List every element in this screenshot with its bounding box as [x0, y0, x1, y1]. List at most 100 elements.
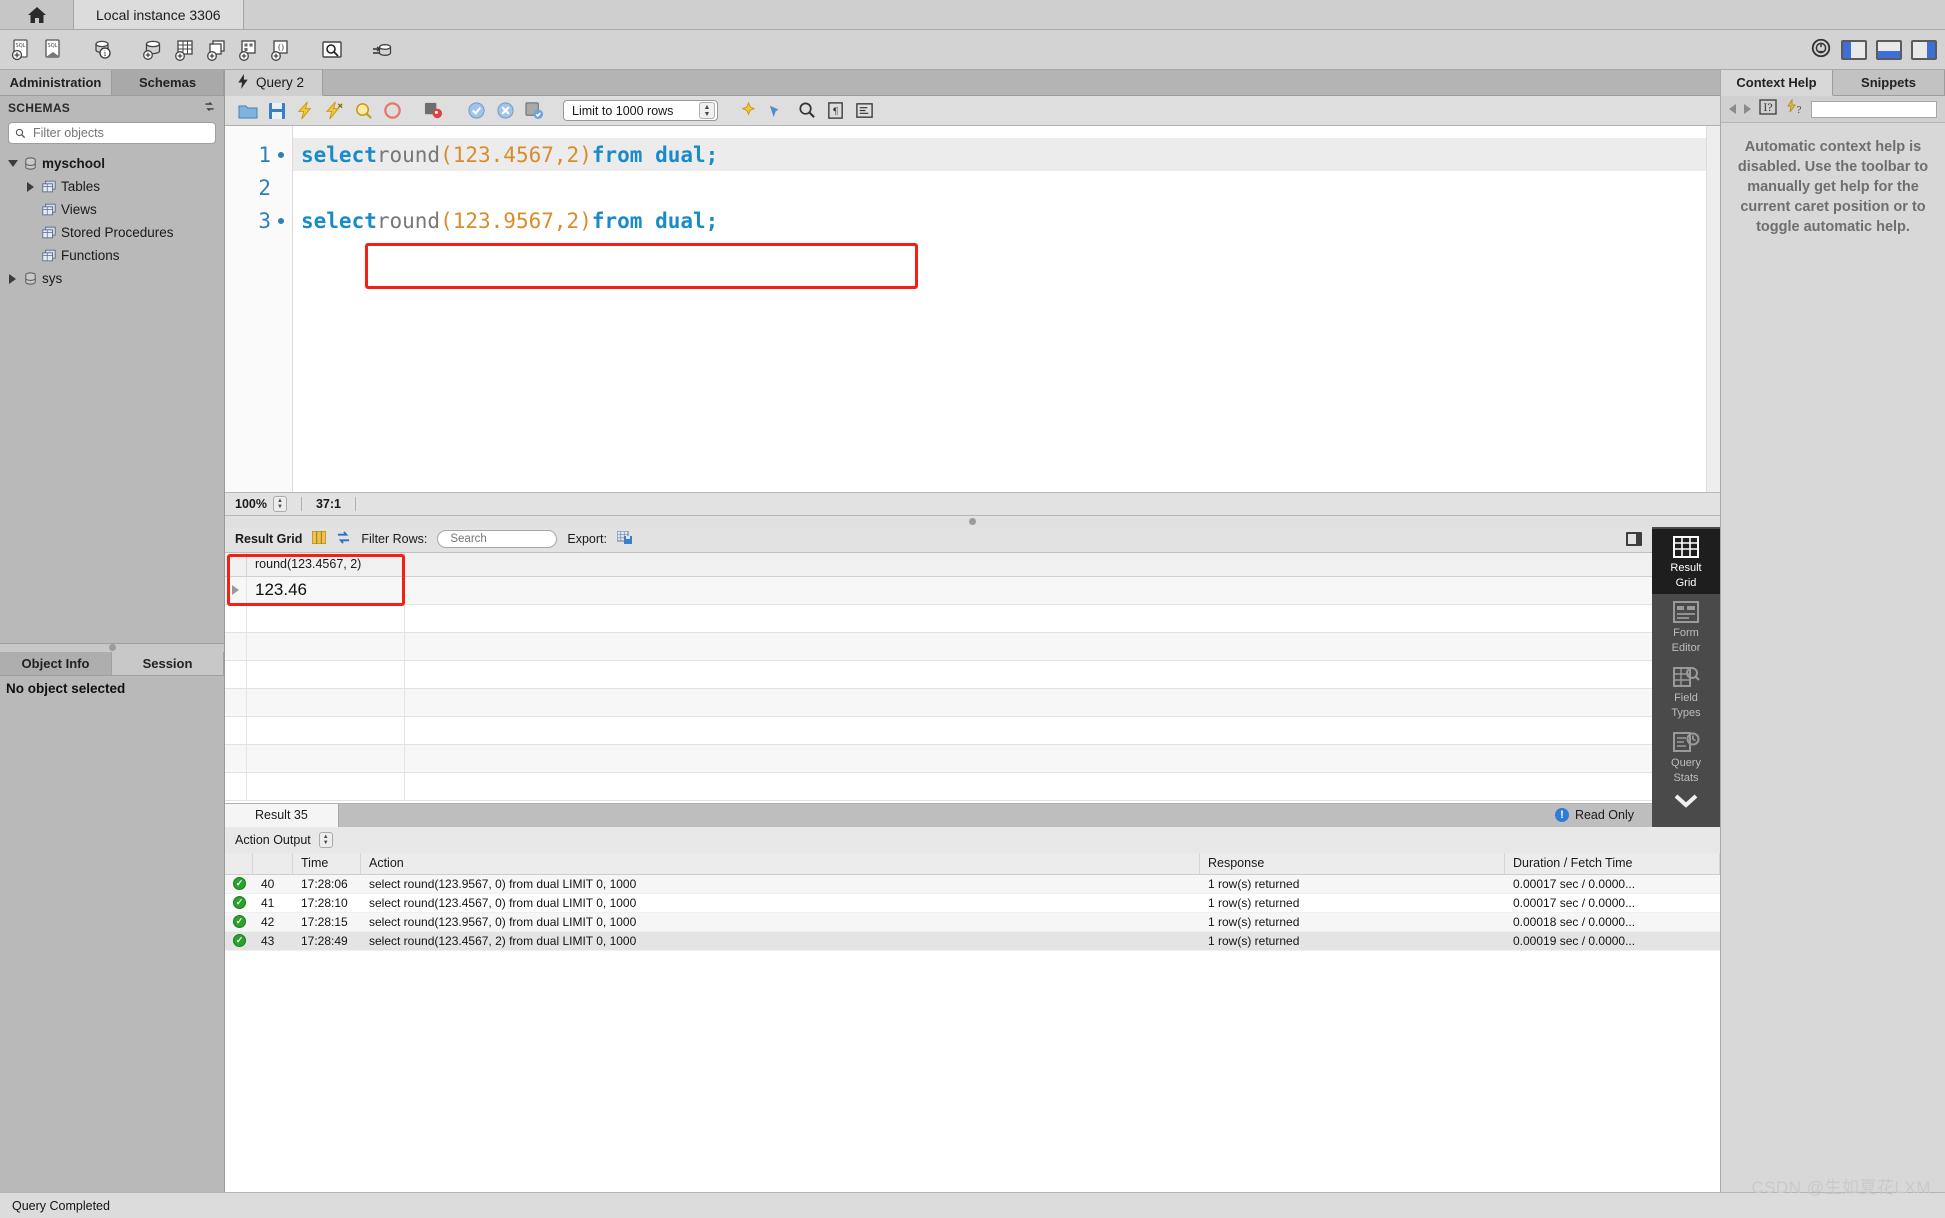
grid-cell[interactable] — [247, 660, 405, 688]
toggle-field-panel-icon[interactable] — [1626, 532, 1642, 546]
help-index-icon[interactable]: I? — [1759, 98, 1777, 120]
tree-item-functions[interactable]: Functions — [0, 244, 224, 267]
toggle-invisible-chars-icon[interactable] — [794, 99, 819, 123]
open-sql-script-icon[interactable]: SQL — [40, 35, 68, 65]
table-row[interactable]: ✓ 42 17:28:15 select round(123.9567, 0) … — [225, 912, 1720, 932]
toggle-secondary-sidebar-icon[interactable] — [1911, 40, 1937, 60]
chevron-down-icon[interactable] — [1673, 793, 1699, 814]
find-icon[interactable] — [765, 99, 790, 123]
editor-code[interactable]: select round(123.4567, 2) from dual; sel… — [293, 126, 1706, 773]
code-line-2[interactable] — [293, 171, 1706, 204]
grid-cell[interactable] — [247, 632, 405, 660]
strip-item-form-editor[interactable]: Form Editor — [1652, 594, 1720, 659]
back-arrow-icon[interactable] — [1729, 104, 1736, 114]
strip-item-result-grid[interactable]: Result Grid — [1652, 528, 1720, 594]
new-view-icon[interactable] — [204, 35, 232, 65]
grid-cell[interactable] — [247, 716, 405, 744]
new-procedure-icon[interactable] — [236, 35, 264, 65]
code-line-3[interactable]: select round(123.9567, 2) from dual; — [293, 204, 1706, 237]
grid-column-header[interactable]: round(123.4567, 2) — [247, 552, 405, 576]
explain-query-icon[interactable] — [351, 99, 376, 123]
tab-context-help[interactable]: Context Help — [1721, 70, 1833, 96]
toggle-sidebar-icon[interactable] — [1841, 40, 1867, 60]
auto-commit-icon[interactable] — [522, 99, 547, 123]
grid-cell[interactable] — [247, 772, 405, 800]
result-grid[interactable]: round(123.4567, 2) 123.46 — [225, 552, 1652, 803]
editor-vertical-scrollbar[interactable] — [1706, 126, 1720, 492]
stop-icon[interactable] — [380, 99, 405, 123]
forward-arrow-icon[interactable] — [1744, 104, 1751, 114]
tab-snippets[interactable]: Snippets — [1833, 70, 1945, 96]
sidebar-splitter[interactable] — [0, 642, 224, 652]
stepper-icon[interactable]: ▲ ▼ — [699, 102, 715, 119]
table-row[interactable]: ✓ 41 17:28:10 select round(123.4567, 0) … — [225, 894, 1720, 913]
sql-editor[interactable]: 1 2 3 select round(123.4567, 2) from dua… — [225, 126, 1720, 773]
commit-icon[interactable] — [464, 99, 489, 123]
new-table-icon[interactable] — [172, 35, 200, 65]
table-row[interactable] — [225, 744, 1652, 773]
filter-objects-box[interactable] — [8, 122, 216, 144]
tree-item-stored-procedures[interactable]: Stored Procedures — [0, 221, 224, 244]
result-splitter[interactable] — [225, 515, 1720, 527]
new-sql-tab-icon[interactable]: SQL — [8, 35, 36, 65]
zoom-stepper-icon[interactable]: ▲ ▼ — [272, 495, 287, 512]
home-tab[interactable] — [0, 0, 74, 29]
search-data-icon[interactable] — [318, 35, 346, 65]
grid-cell[interactable]: 123.46 — [247, 576, 405, 604]
export-icon[interactable] — [616, 530, 633, 548]
expander-icon[interactable] — [6, 160, 19, 167]
beautify-icon[interactable] — [736, 99, 761, 123]
wrap-lines-icon[interactable]: ¶ — [823, 99, 848, 123]
table-row[interactable]: 123.46 — [225, 576, 1652, 605]
open-script-icon[interactable] — [235, 99, 260, 123]
instance-tab[interactable]: Local instance 3306 — [74, 0, 244, 29]
table-row[interactable] — [225, 660, 1652, 689]
format-icon[interactable] — [852, 99, 877, 123]
new-function-icon[interactable]: () — [268, 35, 296, 65]
table-row[interactable] — [225, 604, 1652, 633]
help-search-input[interactable] — [1811, 100, 1937, 118]
tree-item-views[interactable]: Views — [0, 198, 224, 221]
filter-objects-input[interactable] — [31, 125, 209, 141]
table-row[interactable]: ✓ 40 17:28:06 select round(123.9567, 0) … — [225, 874, 1720, 894]
grid-view-icon[interactable] — [311, 530, 327, 547]
tab-query-2[interactable]: Query 2 — [225, 70, 324, 96]
expander-icon[interactable] — [24, 181, 37, 192]
auto-help-icon[interactable]: ? — [1785, 97, 1803, 120]
strip-item-field-types[interactable]: Field Types — [1652, 659, 1720, 724]
refresh-icon[interactable] — [203, 100, 216, 116]
grid-cell[interactable] — [247, 688, 405, 716]
toggle-stop-on-error-icon[interactable] — [421, 99, 446, 123]
table-row[interactable] — [225, 772, 1652, 801]
expander-icon[interactable] — [6, 273, 19, 284]
table-row[interactable]: ✓ 43 17:28:49 select round(123.4567, 2) … — [225, 931, 1720, 951]
execute-current-statement-icon[interactable] — [322, 99, 347, 123]
table-row[interactable] — [225, 716, 1652, 745]
new-schema-icon[interactable] — [140, 35, 168, 65]
table-row[interactable] — [225, 688, 1652, 717]
tree-item-tables[interactable]: Tables — [0, 175, 224, 198]
execute-icon[interactable] — [293, 99, 318, 123]
rollback-icon[interactable] — [493, 99, 518, 123]
code-line-1[interactable]: select round(123.4567, 2) from dual; — [293, 138, 1706, 171]
tab-session[interactable]: Session — [112, 651, 224, 676]
save-script-icon[interactable] — [264, 99, 289, 123]
tab-object-info[interactable]: Object Info — [0, 651, 112, 676]
tree-item-sys[interactable]: sys — [0, 267, 224, 290]
grid-cell[interactable] — [247, 604, 405, 632]
row-limit-select[interactable]: Limit to 1000 rows ▲ ▼ — [563, 100, 718, 121]
tab-schemas[interactable]: Schemas — [112, 70, 224, 96]
reconnect-to-server-icon[interactable] — [368, 35, 396, 65]
mysql-shell-icon[interactable] — [1810, 37, 1832, 64]
connect-to-server-icon[interactable]: i — [90, 35, 118, 65]
action-output-stepper-icon[interactable]: ▲ ▼ — [318, 831, 333, 848]
tab-administration[interactable]: Administration — [0, 70, 112, 96]
tab-result-35[interactable]: Result 35 — [225, 803, 339, 827]
toggle-output-panel-icon[interactable] — [1876, 40, 1902, 60]
grid-cell[interactable] — [247, 744, 405, 772]
strip-item-query-stats[interactable]: Query Stats — [1652, 724, 1720, 789]
filter-rows-search[interactable] — [437, 530, 607, 548]
tree-item-myschool[interactable]: myschool — [0, 152, 224, 175]
refresh-grid-icon[interactable] — [336, 531, 351, 547]
table-row[interactable] — [225, 632, 1652, 661]
